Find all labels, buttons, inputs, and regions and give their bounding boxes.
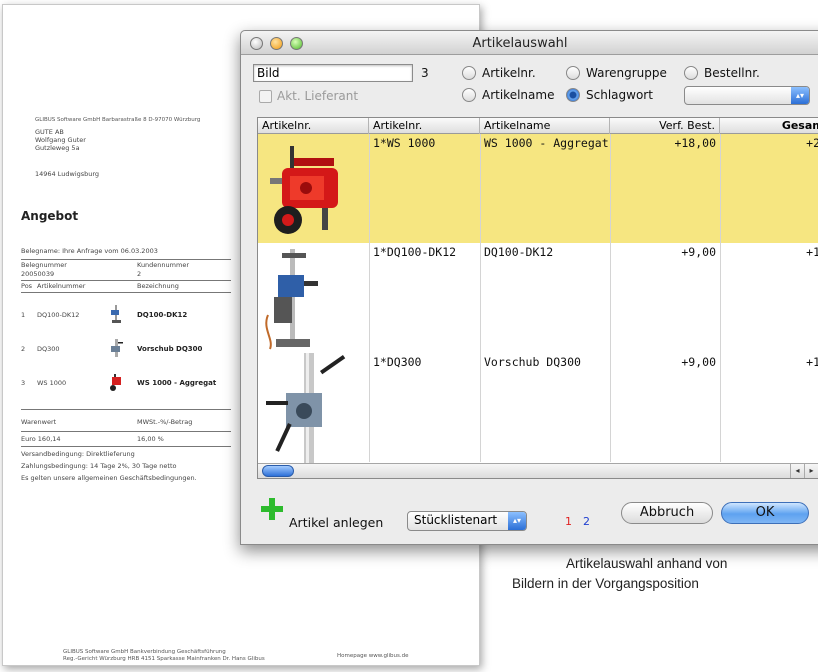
table-header: Artikelnr. Artikelnr. Artikelname Verf. …: [258, 118, 818, 134]
akt-lieferant-label: Akt. Lieferant: [277, 89, 359, 103]
position-number: 1: [21, 311, 26, 319]
updown-arrows-icon: ▴▾: [791, 87, 809, 104]
cell-verf-best: +18,00: [674, 136, 716, 150]
document-heading: Angebot: [21, 209, 79, 223]
cell-artikelname: DQ100-DK12: [484, 245, 554, 259]
address-line: Gutzleweg 5a: [35, 144, 80, 152]
scroll-right-icon[interactable]: ▸: [804, 464, 818, 478]
red-pump-aggregate-image: [270, 146, 338, 234]
drill-stand-thumbnail: [111, 305, 121, 323]
kundennummer-value: 2: [137, 270, 142, 278]
cell-verf-best: +9,00: [681, 355, 716, 369]
table-row[interactable]: 1*WS 1000 WS 1000 - Aggregat +18,00 +2: [258, 134, 818, 243]
position-number: 3: [21, 379, 26, 387]
scroll-left-icon[interactable]: ◂: [790, 464, 804, 478]
position-article: DQ100-DK12: [37, 311, 80, 319]
cancel-button[interactable]: Abbruch: [621, 502, 713, 524]
cell-artikelname: Vorschub DQ300: [484, 355, 581, 369]
address-line: 14964 Ludwigsburg: [35, 170, 100, 178]
caption-line-1: Artikelauswahl anhand von: [566, 556, 728, 571]
drill-feed-unit-image: [266, 353, 346, 463]
cell-artikelname: WS 1000 - Aggregat: [484, 136, 609, 150]
stuecklistenart-popup[interactable]: Stücklistenart ▴▾: [407, 511, 527, 531]
radio-warengruppe[interactable]: [566, 66, 580, 80]
sender-line: GLIBUS Software GmbH Barbarastraße 8 D-9…: [35, 117, 201, 123]
cell-artikelnr: 1*DQ100-DK12: [373, 245, 457, 259]
shipping-terms: Versandbedingung: Direktlieferung: [21, 450, 135, 458]
cell-gesamt: +2: [806, 136, 818, 150]
col-pos: Pos: [21, 282, 33, 290]
footer-homepage: Homepage www.glibus.de: [337, 653, 409, 659]
document-reference: Belegname: Ihre Anfrage vom 06.03.2003: [21, 247, 158, 255]
page-2-link[interactable]: 2: [583, 515, 590, 528]
artikelauswahl-window: Artikelauswahl Bild 3 Akt. Lieferant Art…: [240, 30, 818, 545]
footer-line: GLIBUS Software GmbH Bankverbindung Gesc…: [63, 649, 226, 655]
updown-arrows-icon: ▴▾: [508, 512, 526, 530]
position-article: DQ300: [37, 345, 60, 353]
akt-lieferant-checkbox[interactable]: [259, 90, 272, 103]
position-description: DQ100-DK12: [137, 311, 188, 319]
column-header-verf-best[interactable]: Verf. Best.: [610, 118, 720, 134]
column-header-image[interactable]: Artikelnr.: [258, 118, 369, 134]
window-title: Artikelauswahl: [472, 36, 568, 51]
cell-verf-best: +9,00: [681, 245, 716, 259]
scrollbar-thumb[interactable]: [262, 465, 294, 477]
cell-gesamt: +1: [806, 355, 818, 369]
belegnummer-value: 20050039: [21, 270, 55, 278]
radio-bestellnr[interactable]: [684, 66, 698, 80]
page-1-link[interactable]: 1: [565, 515, 572, 528]
horizontal-scrollbar[interactable]: ◂ ▸: [258, 463, 818, 478]
footer-line: Reg.-Gericht Würzburg HRB 4151 Sparkasse…: [63, 656, 265, 662]
payment-terms: Zahlungsbedingung: 14 Tage 2%, 30 Tage n…: [21, 462, 177, 470]
belegnummer-label: Belegnummer: [21, 261, 67, 269]
filter-popup[interactable]: ▴▾: [684, 86, 810, 105]
caption-line-2: Bildern in der Vorgangsposition: [512, 576, 699, 591]
column-header-artikelnr[interactable]: Artikelnr.: [369, 118, 480, 134]
pump-thumbnail: [110, 374, 121, 391]
mwst-value: 16,00 %: [137, 435, 164, 443]
warenwert-label: Warenwert: [21, 418, 57, 426]
radio-artikelname-label: Artikelname: [482, 88, 555, 102]
cell-artikelnr: 1*DQ300: [373, 355, 422, 369]
position-description: Vorschub DQ300: [137, 345, 203, 353]
core-drill-stand-image: [265, 249, 318, 350]
stuecklistenart-label: Stücklistenart: [414, 513, 498, 527]
address-line: Wolfgang Guter: [35, 136, 86, 144]
position-article: WS 1000: [37, 379, 67, 387]
add-article-icon[interactable]: [261, 498, 283, 520]
address-line: GUTE AB: [35, 128, 64, 136]
position-number: 2: [21, 345, 26, 353]
radio-artikelname[interactable]: [462, 88, 476, 102]
radio-artikelnr[interactable]: [462, 66, 476, 80]
table-row[interactable]: 1*DQ300 Vorschub DQ300 +9,00 +1: [258, 353, 818, 465]
terms-note: Es gelten unsere allgemeinen Geschäftsbe…: [21, 474, 197, 482]
column-header-gesamt[interactable]: Gesamt: [720, 118, 818, 134]
cell-artikelnr: 1*WS 1000: [373, 136, 436, 150]
radio-bestellnr-label: Bestellnr.: [704, 66, 760, 80]
artikel-anlegen-label[interactable]: Artikel anlegen: [289, 515, 383, 530]
title-bar[interactable]: Artikelauswahl: [241, 31, 818, 55]
radio-schlagwort-label: Schlagwort: [586, 88, 653, 102]
result-count: 3: [421, 66, 429, 80]
col-bezeichnung: Bezeichnung: [137, 282, 179, 290]
ok-button[interactable]: OK: [721, 502, 809, 524]
cell-gesamt: +1: [806, 245, 818, 259]
radio-warengruppe-label: Warengruppe: [586, 66, 667, 80]
column-header-artikelname[interactable]: Artikelname: [480, 118, 610, 134]
article-table[interactable]: Artikelnr. Artikelnr. Artikelname Verf. …: [257, 117, 818, 479]
feed-unit-thumbnail: [111, 339, 123, 357]
search-input[interactable]: Bild: [253, 64, 413, 82]
table-row[interactable]: 1*DQ100-DK12 DQ100-DK12 +9,00 +1: [258, 243, 818, 353]
radio-artikelnr-label: Artikelnr.: [482, 66, 536, 80]
mwst-label: MWSt.-%/-Betrag: [137, 418, 193, 426]
warenwert-value: Euro 160,14: [21, 435, 61, 443]
radio-schlagwort[interactable]: [566, 88, 580, 102]
col-artikel: Artikelnummer: [37, 282, 86, 290]
position-description: WS 1000 - Aggregat: [137, 379, 217, 387]
kundennummer-label: Kundennummer: [137, 261, 189, 269]
screen: GLIBUS Software GmbH Barbarastraße 8 D-9…: [0, 0, 818, 672]
